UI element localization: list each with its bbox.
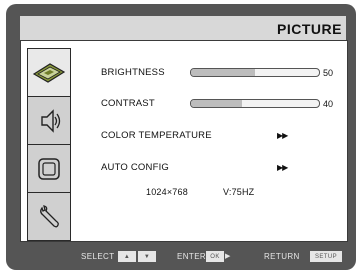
- brightness-label: BRIGHTNESS: [101, 67, 165, 78]
- audio-icon: [41, 108, 61, 133]
- sidebar-item-screen[interactable]: [27, 144, 71, 192]
- enter-arrow-icon: ▶: [225, 253, 231, 260]
- brightness-slider-fill: [191, 69, 255, 76]
- sidebar-item-audio[interactable]: [27, 96, 71, 144]
- sidebar: [27, 48, 71, 241]
- refresh-rate-readout: V:75HZ: [223, 187, 255, 197]
- enter-hint-label: ENTER: [177, 252, 207, 261]
- brightness-value: 50: [323, 68, 334, 78]
- contrast-slider[interactable]: [190, 99, 320, 108]
- auto-config-label: AUTO CONFIG: [101, 162, 169, 173]
- resolution-readout: 1024×768: [146, 187, 188, 197]
- contrast-value: 40: [323, 99, 334, 109]
- setup-wrench-icon: [40, 204, 59, 227]
- sidebar-item-picture[interactable]: [27, 48, 71, 96]
- color-temperature-label: COLOR TEMPERATURE: [101, 130, 212, 141]
- contrast-slider-fill: [191, 100, 243, 107]
- contrast-label: CONTRAST: [101, 98, 155, 109]
- auto-config-arrows-icon[interactable]: ▶▶: [277, 163, 288, 172]
- up-key-icon[interactable]: ▲: [118, 251, 136, 262]
- setup-key-icon[interactable]: SETUP: [310, 251, 342, 262]
- down-key-icon[interactable]: ▼: [138, 251, 156, 262]
- screen-icon: [38, 157, 60, 180]
- page-title: PICTURE: [277, 21, 342, 37]
- brightness-slider[interactable]: [190, 68, 320, 77]
- sidebar-item-setup[interactable]: [27, 192, 71, 241]
- picture-icon: [32, 62, 66, 83]
- ok-key-icon[interactable]: OK: [206, 251, 224, 262]
- return-hint-label: RETURN: [264, 252, 300, 261]
- color-temperature-arrows-icon[interactable]: ▶▶: [277, 131, 288, 140]
- footer-hints: SELECT ▲ ▼ ENTER OK ▶ RETURN SETUP: [0, 250, 364, 264]
- select-hint-label: SELECT: [81, 252, 115, 261]
